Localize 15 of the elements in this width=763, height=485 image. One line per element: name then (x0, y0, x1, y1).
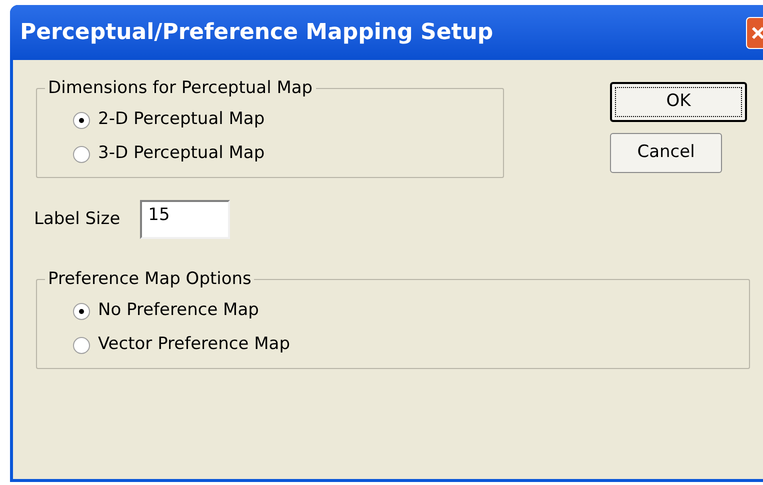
radio-button[interactable] (73, 146, 90, 162)
label-size-label: Label Size (34, 208, 120, 231)
label-size-field[interactable]: 15 (140, 200, 230, 239)
radio-label: 3-D Perceptual Map (98, 142, 265, 166)
radio-label: 2-D Perceptual Map (98, 108, 265, 132)
ok-button[interactable]: OK (610, 82, 747, 122)
close-button[interactable] (746, 16, 763, 48)
radio-button[interactable] (73, 302, 90, 320)
radio-button[interactable] (73, 112, 90, 128)
radio-button[interactable] (73, 336, 90, 354)
cancel-button[interactable]: Cancel (610, 133, 722, 173)
window-title: Perceptual/Preference Mapping Setup (20, 19, 494, 47)
radio-label: No Preference Map (98, 299, 259, 322)
close-icon (751, 26, 763, 40)
radio-label: Vector Preference Map (98, 333, 290, 356)
